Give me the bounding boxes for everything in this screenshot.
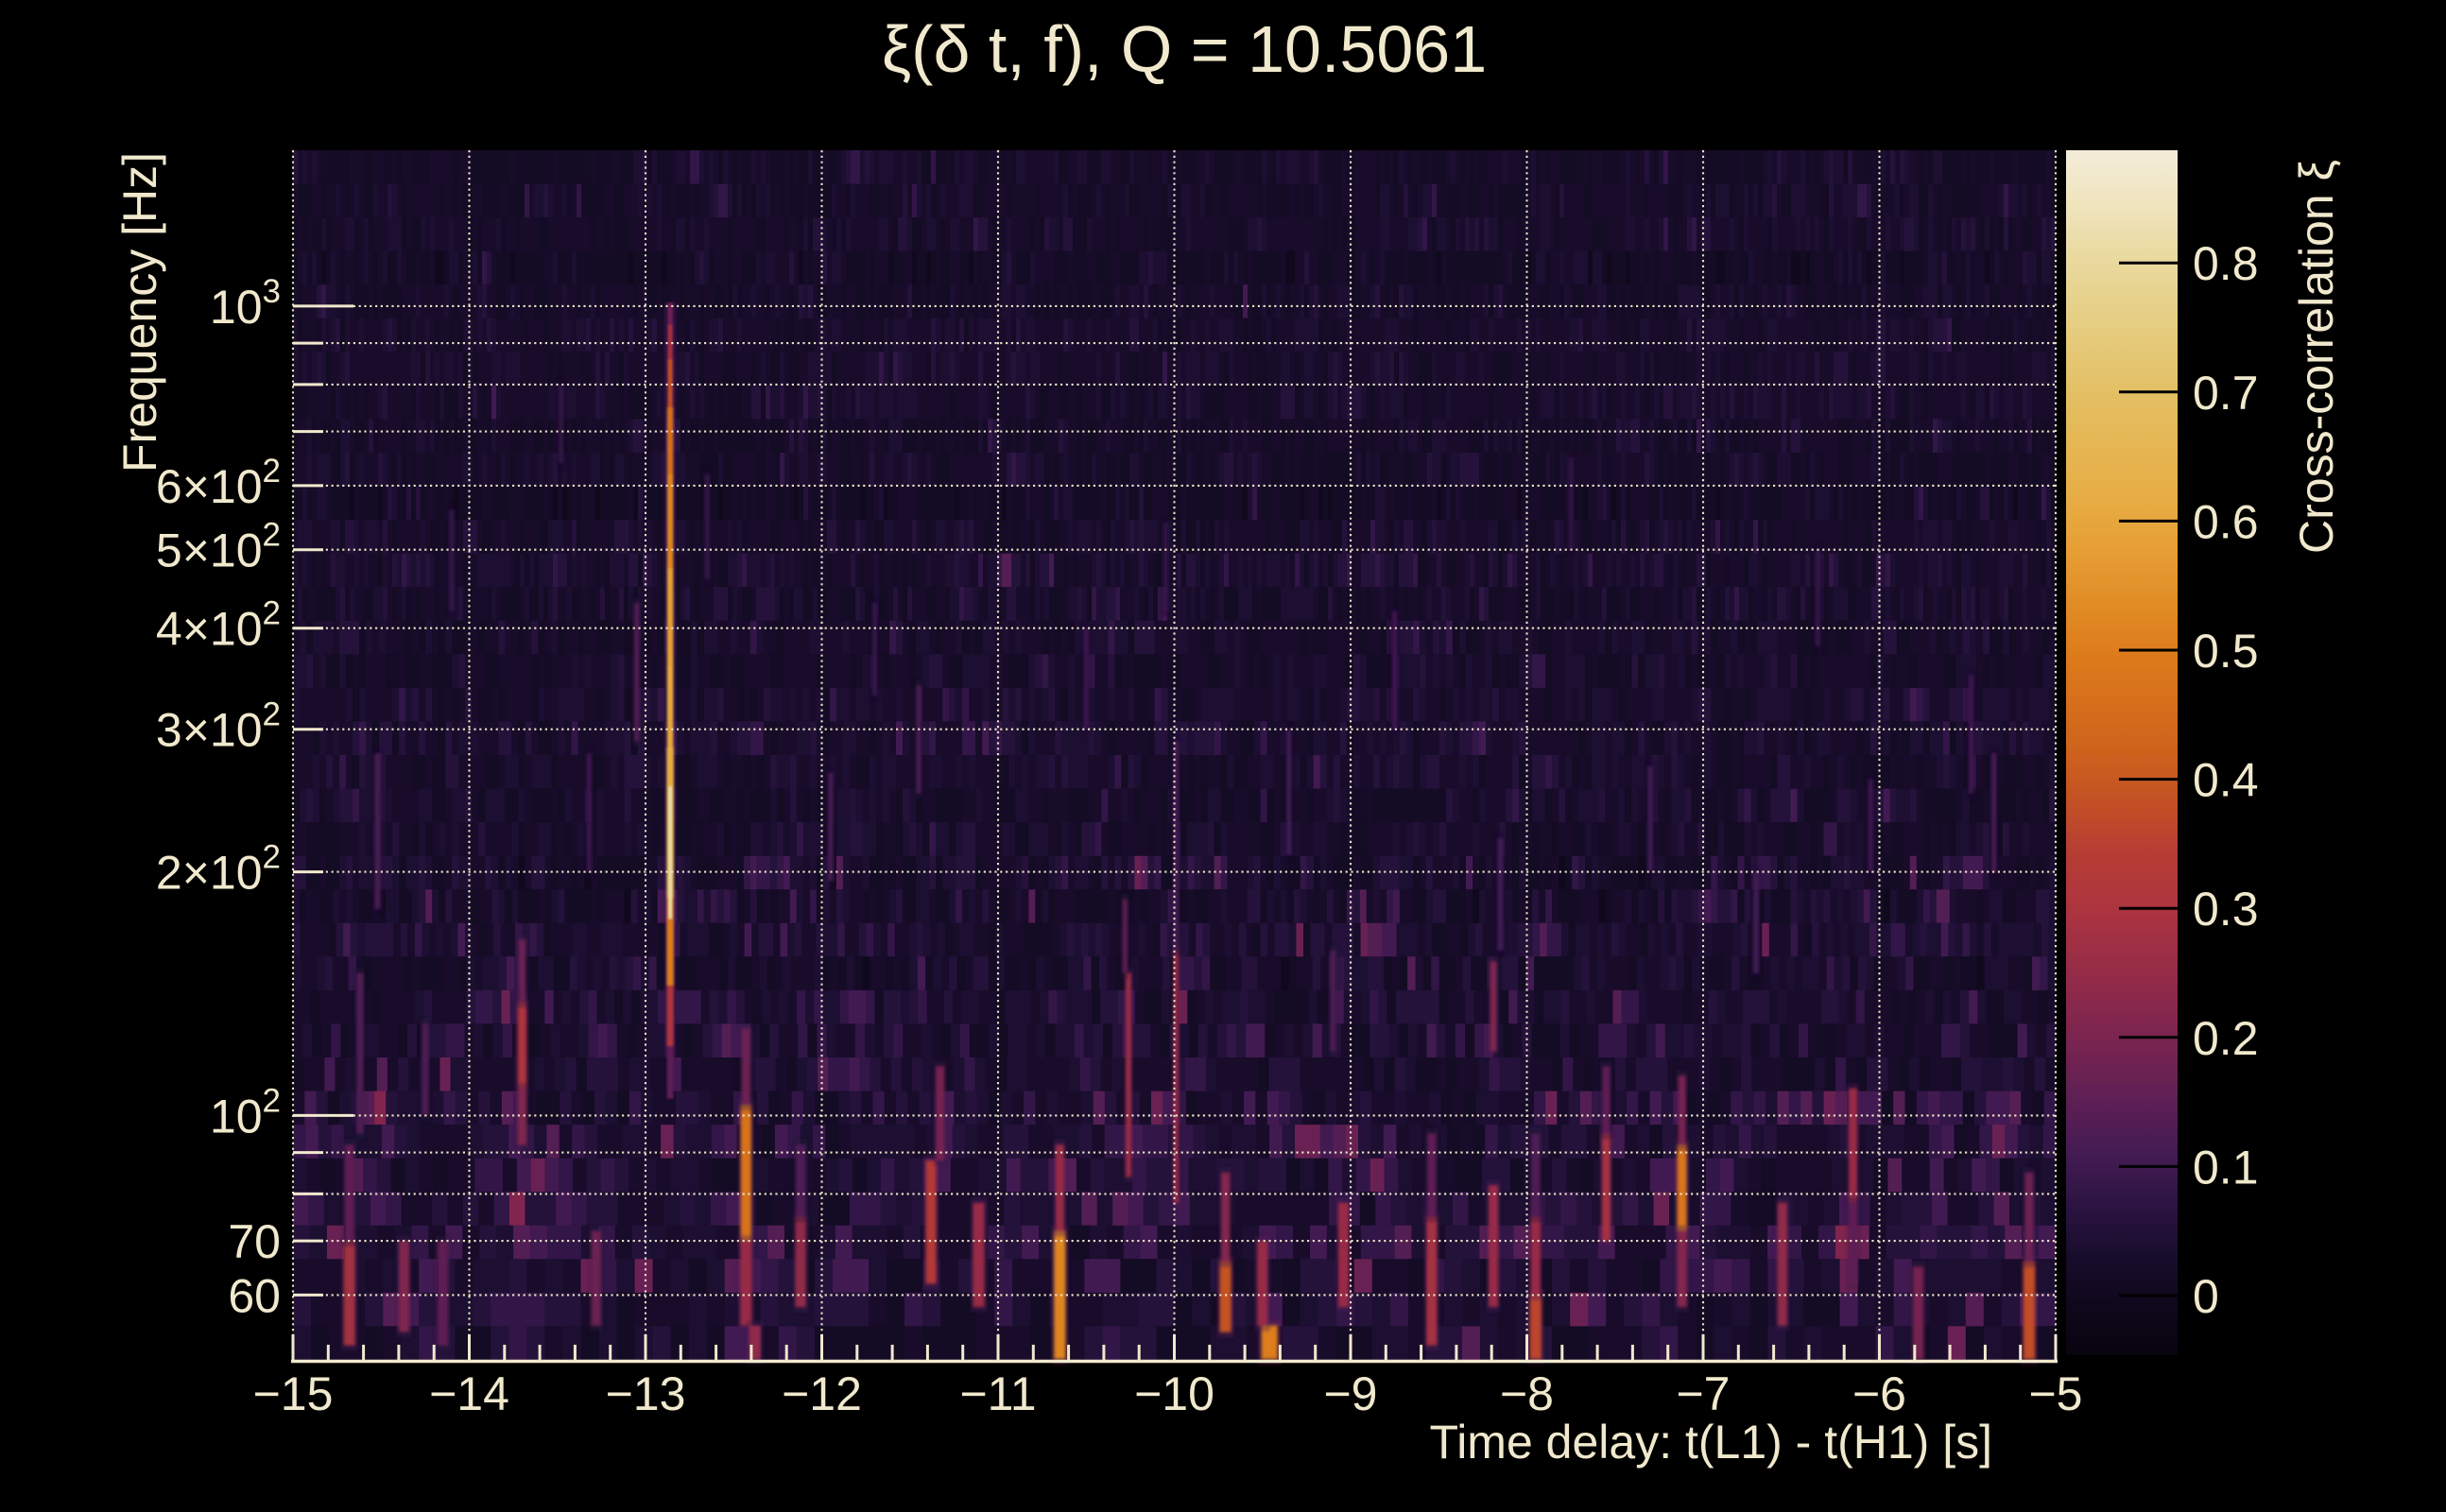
svg-text:0: 0: [2193, 1270, 2219, 1323]
svg-text:3×102: 3×102: [156, 696, 281, 757]
svg-text:70: 70: [228, 1215, 281, 1268]
svg-text:0.3: 0.3: [2193, 883, 2259, 936]
svg-text:−13: −13: [606, 1367, 686, 1420]
svg-text:2×102: 2×102: [156, 839, 281, 900]
svg-text:0.8: 0.8: [2193, 237, 2259, 290]
svg-text:0.6: 0.6: [2193, 495, 2259, 548]
svg-text:0.1: 0.1: [2193, 1141, 2259, 1194]
svg-text:0.5: 0.5: [2193, 625, 2259, 678]
svg-text:−6: −6: [1852, 1367, 1906, 1420]
svg-text:−11: −11: [959, 1367, 1036, 1420]
svg-text:−10: −10: [1134, 1367, 1214, 1420]
svg-text:−12: −12: [782, 1367, 862, 1420]
svg-text:0.4: 0.4: [2193, 754, 2259, 807]
svg-text:4×102: 4×102: [156, 595, 281, 656]
svg-text:6×102: 6×102: [156, 453, 281, 513]
svg-text:0.7: 0.7: [2193, 367, 2259, 420]
svg-text:0.2: 0.2: [2193, 1012, 2259, 1065]
svg-text:Time delay: t(L1) - t(H1) [s]: Time delay: t(L1) - t(H1) [s]: [1430, 1416, 1992, 1469]
svg-text:−9: −9: [1323, 1367, 1377, 1420]
svg-text:−15: −15: [253, 1367, 334, 1420]
svg-text:−8: −8: [1500, 1367, 1554, 1420]
svg-text:Cross-correlation ξ: Cross-correlation ξ: [2290, 160, 2343, 554]
svg-text:−14: −14: [429, 1367, 509, 1420]
svg-text:ξ(δ t, f), Q = 10.5061: ξ(δ t, f), Q = 10.5061: [882, 12, 1487, 86]
svg-text:−5: −5: [2028, 1367, 2082, 1420]
svg-text:60: 60: [228, 1269, 281, 1322]
svg-text:−7: −7: [1676, 1367, 1730, 1420]
svg-text:5×102: 5×102: [156, 517, 281, 577]
svg-text:Frequency [Hz]: Frequency [Hz]: [113, 152, 166, 472]
